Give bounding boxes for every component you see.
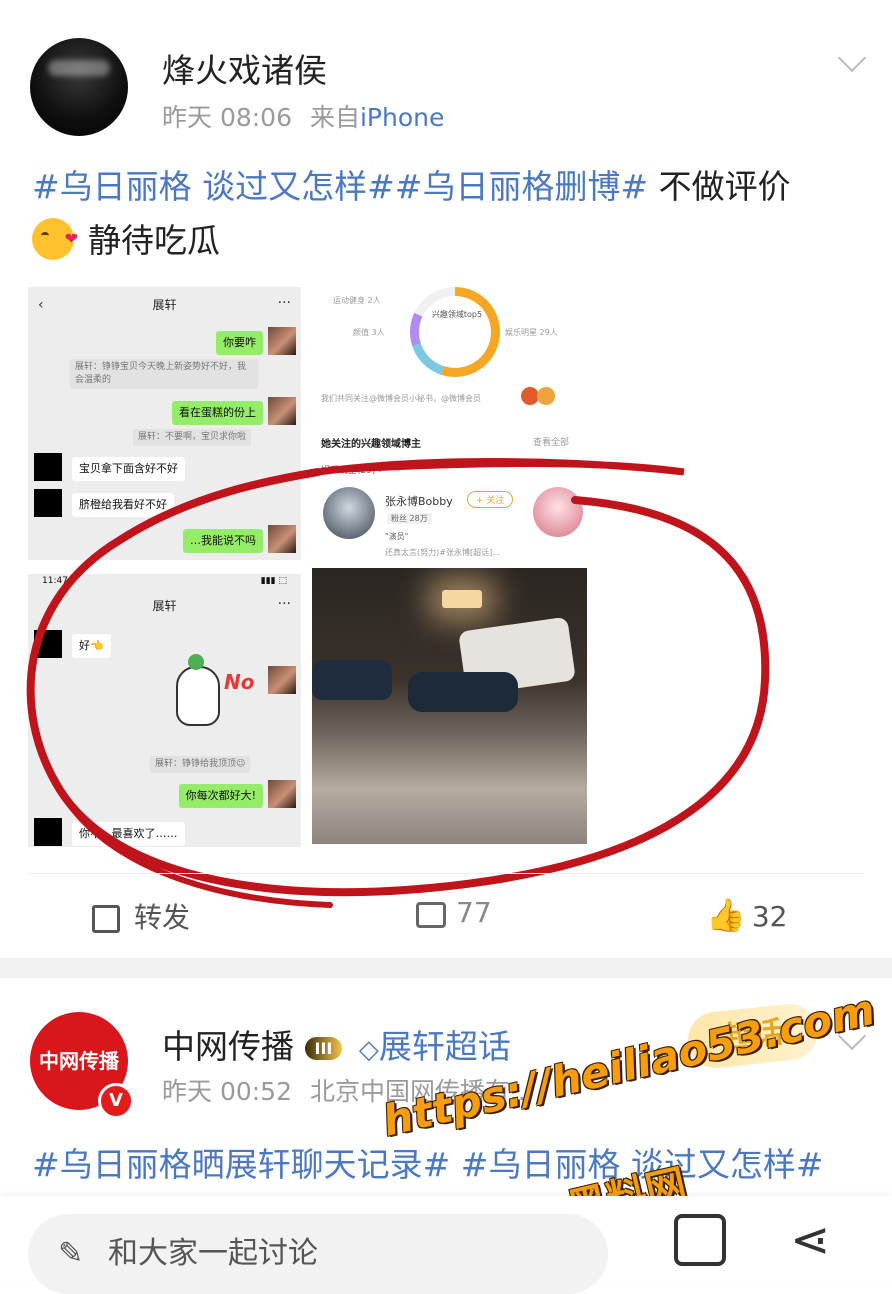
common-follow: 我们共同关注@微博会员小秘书，@微博会员 (321, 394, 481, 403)
sticker-leaf-icon (188, 654, 204, 670)
author-name[interactable]: 烽火戏诸侯 (162, 44, 327, 92)
avatar (34, 489, 62, 517)
comment-icon (416, 902, 446, 928)
chat-message: 看在蛋糕的份上 (172, 401, 263, 425)
donut-label: 颜值 3人 (353, 328, 385, 337)
chevron-down-icon[interactable] (837, 43, 867, 73)
radish-sticker (176, 666, 220, 726)
blogger-avatar[interactable] (323, 487, 375, 539)
compose-icon[interactable] (674, 1214, 726, 1266)
post-body: #乌日丽格 谈过又怎样##乌日丽格删博# 不做评价 静待吃瓜 (32, 160, 862, 268)
chat-message: 你要咋 (216, 331, 263, 355)
kiss-emoji-icon (32, 212, 78, 266)
view-all-link[interactable]: 查看全部 (533, 435, 569, 448)
blogger-role: "演员" (385, 532, 409, 541)
chat-message: 你不...最喜欢了…… (72, 822, 185, 846)
pillow (312, 660, 392, 700)
interest-donut-chart (410, 287, 500, 377)
diamond-icon: ◇ (358, 1035, 379, 1065)
back-icon: ‹ (38, 297, 44, 313)
chat-title: 展轩 (152, 298, 177, 312)
avatar (268, 525, 296, 553)
comment-input[interactable]: ✎ 和大家一起讨论 (28, 1214, 608, 1294)
chat-message: …我能说不吗 (183, 529, 263, 553)
avatar (34, 630, 62, 658)
fans-count: 粉丝 28万 (387, 513, 432, 524)
comment-count: 77 (456, 896, 492, 929)
author-avatar[interactable] (30, 38, 128, 136)
chat-system-note: 展轩：不要啊，宝贝求你啦 (133, 429, 252, 446)
pencil-icon: ✎ (58, 1236, 84, 1271)
hashtag[interactable]: #乌日丽格晒展轩聊天记录# #乌日丽格 谈过又怎样# (32, 1145, 824, 1184)
post-separator (0, 958, 892, 978)
chat-system-note: 展轩：铮铮给我顶顶😉 (150, 756, 251, 773)
avatar (537, 387, 555, 405)
chat-message: 宝贝拿下面含好不好 (72, 457, 185, 481)
avatar (34, 453, 62, 481)
repost-label: 转发 (134, 901, 191, 934)
post-time: 昨天 00:52 (162, 1077, 292, 1106)
chat-message: 好👈 (72, 634, 111, 658)
comment-button[interactable]: 77 (416, 896, 492, 929)
blogger-avatar[interactable] (533, 487, 583, 537)
chat-screenshot-1[interactable]: 展轩 ‹ ··· 你要咋 展轩：铮铮宝贝今天晚上新姿势好不好，我会温柔的 看在蛋… (28, 287, 301, 560)
post2-body: #乌日丽格晒展轩聊天记录# #乌日丽格 谈过又怎样# (32, 1138, 882, 1192)
avatar (268, 780, 296, 808)
donut-label: 运动健身 2人 (333, 296, 381, 305)
post-time: 昨天 08:06 (162, 103, 292, 132)
comment-placeholder: 和大家一起讨论 (108, 1236, 318, 1271)
hashtag-1[interactable]: #乌日丽格 谈过又怎样# (32, 167, 395, 206)
divider (28, 873, 864, 874)
profile-screenshot[interactable]: 兴趣领域top5 运动健身 2人 颜值 3人 娱乐明星 29人 我们共同关注@微… (315, 287, 588, 560)
source-prefix: 来自 (309, 103, 360, 132)
chat-message: 你每次都好大! (178, 784, 263, 808)
donut-label: 娱乐明星 29人 (505, 328, 558, 337)
share-icon (92, 905, 120, 933)
thumbs-up-icon: 👍 (706, 896, 746, 934)
avatar (34, 818, 62, 846)
status-time: 11:47 (42, 576, 68, 586)
category-label: 娱乐明星(29) › (321, 466, 382, 476)
chat-system-note: 展轩：铮铮宝贝今天晚上新姿势好不好，我会温柔的 (70, 359, 258, 389)
avatar (268, 666, 296, 694)
pillow (408, 672, 518, 712)
repost-button[interactable]: 转发 (92, 896, 190, 936)
post-meta: 昨天 08:06 来自iPhone (162, 98, 444, 134)
supertopic-link[interactable]: 展轩超话 (379, 1027, 511, 1066)
blogger-desc: 还真太言(努力)#张永博[超话]... (385, 548, 500, 557)
sticker-text: No (224, 670, 255, 694)
bedroom-photo[interactable] (312, 568, 587, 844)
crown-level-badge: III (304, 1037, 343, 1060)
section-title: 她关注的兴趣领域博主 (321, 439, 421, 450)
hashtag-2[interactable]: #乌日丽格删博# (395, 167, 648, 206)
more-icon: ··· (277, 596, 291, 612)
battery-icon: ▮▮▮ ⬚ (260, 576, 287, 586)
author-name-2: 中网传播 III ◇展轩超话 (162, 1020, 511, 1068)
image-grid: 展轩 ‹ ··· 你要咋 展轩：铮铮宝贝今天晚上新姿势好不好，我会温柔的 看在蛋… (28, 287, 588, 847)
like-count: 32 (751, 900, 788, 933)
more-icon: ··· (277, 295, 291, 311)
chat-message: 脐橙给我看好不好 (72, 493, 174, 517)
donut-title: 兴趣领域top5 (431, 310, 483, 319)
chat-title: 展轩 (152, 599, 177, 613)
source-device[interactable]: iPhone (360, 103, 444, 132)
author-name[interactable]: 中网传播 (162, 1027, 294, 1066)
post-text-1: 不做评价 (648, 167, 791, 206)
avatar (268, 397, 296, 425)
chat-screenshot-2[interactable]: 11:47 ▮▮▮ ⬚ 展轩 ··· 好👈 No 展轩：铮铮给我顶顶😉 你每次都好… (28, 574, 301, 847)
verified-v-icon: V (98, 1083, 134, 1119)
avatar (268, 327, 296, 355)
like-button[interactable]: 👍 32 (706, 896, 787, 934)
share-icon[interactable]: ⋖ (790, 1212, 830, 1268)
blogger-name[interactable]: 张永博Bobby (385, 493, 453, 509)
post-text-2: 静待吃瓜 (88, 221, 220, 260)
follow-button[interactable]: + 关注 (467, 491, 514, 508)
lamp-light (442, 590, 482, 608)
